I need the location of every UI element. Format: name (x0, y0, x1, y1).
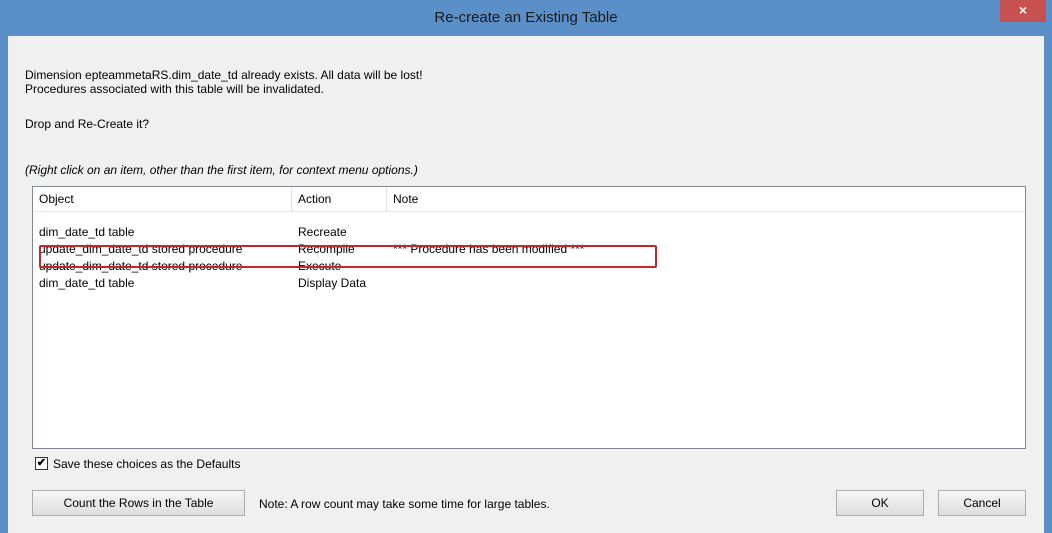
column-header-note[interactable]: Note (387, 187, 687, 211)
cancel-button[interactable]: Cancel (938, 490, 1026, 516)
column-header-action[interactable]: Action (292, 187, 387, 211)
window-title: Re-create an Existing Table (434, 9, 618, 26)
question-text: Drop and Re-Create it? (25, 117, 150, 131)
cell-object: dim_date_td table (39, 276, 135, 290)
objects-list[interactable]: Object Action Note dim_date_td table Rec… (32, 186, 1026, 449)
ok-button[interactable]: OK (836, 490, 924, 516)
list-header: Object Action Note (33, 187, 1025, 212)
dialog-content: Dimension epteammetaRS.dim_date_td alrea… (8, 36, 1044, 533)
count-rows-button[interactable]: Count the Rows in the Table (32, 490, 245, 516)
checkmark-icon: ✔ (36, 457, 47, 469)
close-icon: × (1018, 2, 1028, 18)
list-item[interactable]: dim_date_td table Display Data (33, 275, 1025, 292)
context-menu-hint: (Right click on an item, other than the … (25, 163, 418, 177)
cell-action: Display Data (298, 276, 367, 290)
save-defaults-label[interactable]: Save these choices as the Defaults (53, 457, 240, 471)
highlight-annotation (39, 245, 657, 268)
cell-action: Recreate (298, 225, 347, 239)
list-item[interactable]: dim_date_td table Recreate (33, 224, 1025, 241)
cell-object: dim_date_td table (39, 225, 135, 239)
close-button[interactable]: × (1000, 0, 1046, 22)
title-bar[interactable]: Re-create an Existing Table × (0, 0, 1052, 36)
column-header-object[interactable]: Object (33, 187, 292, 211)
message-line-2: Procedures associated with this table wi… (25, 82, 324, 96)
message-line-1: Dimension epteammetaRS.dim_date_td alrea… (25, 68, 423, 82)
save-defaults-checkbox[interactable]: ✔ (35, 457, 48, 470)
row-count-note: Note: A row count may take some time for… (259, 497, 550, 511)
dialog-window: Re-create an Existing Table × Dimension … (0, 0, 1052, 533)
